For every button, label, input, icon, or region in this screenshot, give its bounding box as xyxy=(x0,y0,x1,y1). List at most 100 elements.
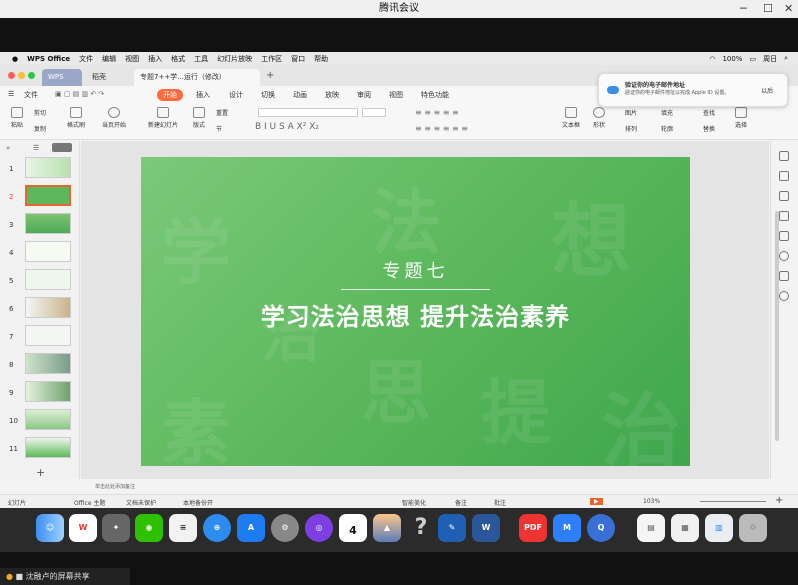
properties-icon[interactable] xyxy=(779,151,789,161)
zoom-level[interactable]: 103% xyxy=(643,498,660,505)
slide-thumbnail[interactable] xyxy=(25,157,71,178)
slide-title[interactable]: 学习法治思想 提升法治素养 xyxy=(141,297,690,332)
search-icon[interactable]: ⌕ xyxy=(784,54,788,63)
document-icon[interactable]: ▤ xyxy=(637,514,665,542)
picture-button[interactable]: 图片 xyxy=(625,108,637,117)
tab-special[interactable]: 特色功能 xyxy=(421,90,449,100)
safari-icon[interactable]: ⊕ xyxy=(203,514,231,542)
slide-subtitle[interactable]: 专题七 xyxy=(141,257,690,283)
menu-tools[interactable]: 工具 xyxy=(194,54,208,64)
collapse-panel-icon[interactable]: » xyxy=(6,144,10,152)
slide-thumbnail[interactable] xyxy=(25,409,71,430)
slide-thumbnail[interactable] xyxy=(25,381,71,402)
play-from-current-button[interactable]: 当页开始 xyxy=(98,107,130,129)
paragraph-buttons[interactable]: ≡ ≡ ≡ ≡ ≡ xyxy=(415,108,459,117)
fill-icon[interactable] xyxy=(779,211,789,221)
slide-thumbnail-selected[interactable] xyxy=(25,185,71,206)
app-store-icon[interactable]: A xyxy=(237,514,265,542)
pen-icon[interactable]: ✎ xyxy=(438,514,466,542)
menu-file-tab[interactable]: 文件 xyxy=(24,90,38,100)
play-slideshow-icon[interactable]: ▶ xyxy=(590,498,603,505)
paste-button[interactable]: 粘贴 xyxy=(8,107,26,129)
slide-thumbnail[interactable] xyxy=(25,297,71,318)
menu-slideshow[interactable]: 幻灯片放映 xyxy=(217,54,252,64)
hamburger-icon[interactable]: ☰ xyxy=(8,90,14,98)
backup-status[interactable]: 本地备份开 xyxy=(183,498,213,507)
settings-icon[interactable]: ⚙ xyxy=(271,514,299,542)
tencent-meeting-icon[interactable]: M xyxy=(553,514,581,542)
outline-view-icon[interactable]: ☰ xyxy=(33,144,39,152)
zoom-in-icon[interactable]: + xyxy=(775,495,783,506)
tab-transition[interactable]: 切换 xyxy=(261,90,275,100)
trash-icon[interactable]: ♲ xyxy=(739,514,767,542)
slide-thumbnail[interactable] xyxy=(25,213,71,234)
screen-share-indicator[interactable]: ● ■ 沈融卢的屏幕共享 xyxy=(0,568,130,585)
beautify-button[interactable]: 智能美化 xyxy=(402,498,426,507)
search-app-icon[interactable]: Q xyxy=(587,514,615,542)
vertical-scrollbar[interactable] xyxy=(775,211,779,441)
wps-icon[interactable]: W xyxy=(69,514,97,542)
wifi-icon[interactable]: ◠ xyxy=(709,55,715,63)
menu-window[interactable]: 窗口 xyxy=(291,54,305,64)
tab-document[interactable]: 专题7++学...运行（修改） xyxy=(134,69,260,86)
photos-icon[interactable]: ▲ xyxy=(373,514,401,542)
animation-icon[interactable] xyxy=(779,171,789,181)
menu-format[interactable]: 格式 xyxy=(171,54,185,64)
close-traffic-icon[interactable] xyxy=(8,72,15,79)
slide-main[interactable]: 学 法 想 治 素 提 治 思 专题七 学习法治思想 提升法治素养 xyxy=(141,157,690,466)
history-icon[interactable] xyxy=(779,291,789,301)
notification-banner[interactable]: 验证你的电子邮件地址 验证你的电子邮件地址以完成 Apple ID 设置。 以后 xyxy=(598,73,788,107)
pdf-icon[interactable]: PDF xyxy=(519,514,547,542)
outline-button[interactable]: 轮廓 xyxy=(661,124,673,133)
preview-icon[interactable]: ▦ xyxy=(671,514,699,542)
reset-button[interactable]: 重置 xyxy=(216,108,228,117)
menu-insert[interactable]: 插入 xyxy=(148,54,162,64)
copy-button[interactable]: 复制 xyxy=(34,124,46,133)
maximize-icon[interactable]: ☐ xyxy=(763,0,773,18)
app-menu[interactable]: WPS Office xyxy=(27,55,70,63)
minimize-icon[interactable]: ─ xyxy=(740,0,747,18)
help-icon[interactable]: ? xyxy=(407,514,435,542)
slide-thumbnail[interactable] xyxy=(25,353,71,374)
finder-icon[interactable]: ☺ xyxy=(36,514,64,542)
tab-view[interactable]: 视图 xyxy=(389,90,403,100)
backup-icon[interactable] xyxy=(779,271,789,281)
format-painter-button[interactable]: 格式刷 xyxy=(64,107,88,129)
arrange-button[interactable]: 排列 xyxy=(625,124,637,133)
zoom-traffic-icon[interactable] xyxy=(28,72,35,79)
font-style-buttons[interactable]: B I U S A X² X₂ xyxy=(255,122,319,132)
slide-thumbnail[interactable] xyxy=(25,437,71,458)
slide-thumbnail[interactable] xyxy=(25,269,71,290)
align-buttons[interactable]: ≡ ≡ ≡ ≡ ≡ ≡ xyxy=(415,124,468,133)
add-slide-icon[interactable]: + xyxy=(36,466,45,479)
menu-view[interactable]: 视图 xyxy=(125,54,139,64)
cut-button[interactable]: 剪切 xyxy=(34,108,46,117)
notes-area[interactable]: 单击此处添加备注 xyxy=(81,479,770,493)
wechat-icon[interactable]: ◉ xyxy=(135,514,163,542)
menu-workspace[interactable]: 工作区 xyxy=(261,54,282,64)
transition-icon[interactable] xyxy=(779,191,789,201)
menu-help[interactable]: 帮助 xyxy=(314,54,328,64)
quick-access-icons[interactable]: ▣ ▢ ▤ ▥ ↶ ↷ xyxy=(55,90,104,98)
find-button[interactable]: 查找 xyxy=(703,108,715,117)
new-tab-icon[interactable]: + xyxy=(266,70,274,81)
menu-file[interactable]: 文件 xyxy=(79,54,93,64)
battery-label[interactable]: 100% xyxy=(722,55,742,63)
tab-review[interactable]: 审阅 xyxy=(357,90,371,100)
protect-status[interactable]: 文档未保护 xyxy=(126,498,156,507)
comment-button[interactable]: 批注 xyxy=(494,498,506,507)
minimize-traffic-icon[interactable] xyxy=(18,72,25,79)
layout-button[interactable]: 版式 xyxy=(188,107,210,129)
fill-button[interactable]: 填充 xyxy=(661,108,673,117)
zoom-slider[interactable] xyxy=(700,501,766,502)
notes-icon[interactable]: ≡ xyxy=(169,514,197,542)
select-button[interactable]: 选择 xyxy=(730,107,752,129)
slide-thumbnail[interactable] xyxy=(25,241,71,262)
thumbnail-view-icon[interactable] xyxy=(52,143,72,152)
font-name-field[interactable] xyxy=(258,108,358,117)
calendar-icon[interactable]: 4 xyxy=(339,514,367,542)
copy-icon[interactable] xyxy=(779,231,789,241)
notes-button[interactable]: 备注 xyxy=(455,498,467,507)
section-button[interactable]: 节 xyxy=(216,124,222,133)
close-icon[interactable]: ✕ xyxy=(784,0,793,18)
